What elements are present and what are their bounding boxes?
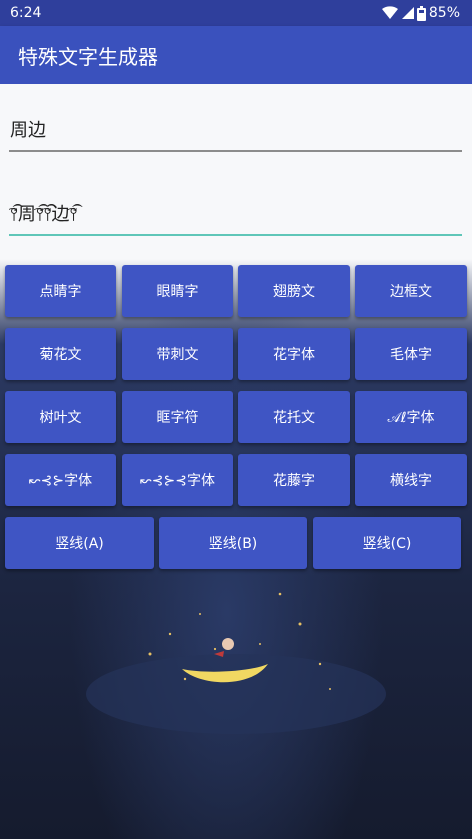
shuxian-b-button[interactable]: 竖线(B) [159,517,307,569]
result-text-value: ⫯⃕͡周⫯⃕͡⫯⃕͡边⫯⃕͡ [10,204,78,225]
daici-button[interactable]: 带刺文 [122,328,233,380]
shuxian-c-button[interactable]: 竖线(C) [313,517,461,569]
source-text-input[interactable]: 周边 [9,108,462,152]
hengxian-button[interactable]: 横线字 [355,454,467,506]
kuangzi-button[interactable]: 眶字符 [122,391,233,443]
dianjing-button[interactable]: 点睛字 [5,265,116,317]
swirl-font-2-button[interactable]: ↜⊰⊱⊰字体 [122,454,233,506]
biankuang-button[interactable]: 边框文 [355,265,467,317]
yanjing-button[interactable]: 眼睛字 [122,265,233,317]
boat-icon [182,664,268,683]
wifi-icon [381,6,398,19]
cell-signal-icon [401,7,414,19]
shuye-button[interactable]: 树叶文 [5,391,116,443]
swirl-font-button[interactable]: ↜⊰⊱字体 [5,454,116,506]
huatuo-button[interactable]: 花托文 [238,391,350,443]
water-reflection [86,654,386,734]
huateng-button[interactable]: 花藤字 [238,454,350,506]
little-prince-icon [222,638,234,650]
shuxian-a-button[interactable]: 竖线(A) [5,517,154,569]
battery-percent: 85% [428,5,460,21]
maoti-button[interactable]: 毛体字 [355,328,467,380]
app-title: 特殊文字生成器 [18,44,158,69]
status-bar: 6:24 85% [0,0,472,26]
source-text-value: 周边 [10,120,46,141]
app-bar: 特殊文字生成器 [0,26,472,84]
juhua-button[interactable]: 菊花文 [5,328,116,380]
main-content: 周边 ⫯⃕͡周⫯⃕͡⫯⃕͡边⫯⃕͡ 点睛字 眼睛字 翅膀文 边框文 菊花文 带刺… [0,84,472,839]
fireflies [148,592,331,690]
huazi-button[interactable]: 花字体 [238,328,350,380]
scarf-icon [214,651,224,657]
script-font-button[interactable]: 𝒜ℓ字体 [355,391,467,443]
status-icons: 85% [381,5,460,21]
result-text-field[interactable]: ⫯⃕͡周⫯⃕͡⫯⃕͡边⫯⃕͡ [9,192,462,236]
status-time: 6:24 [10,5,42,21]
chibang-button[interactable]: 翅膀文 [238,265,350,317]
battery-icon [416,5,426,21]
